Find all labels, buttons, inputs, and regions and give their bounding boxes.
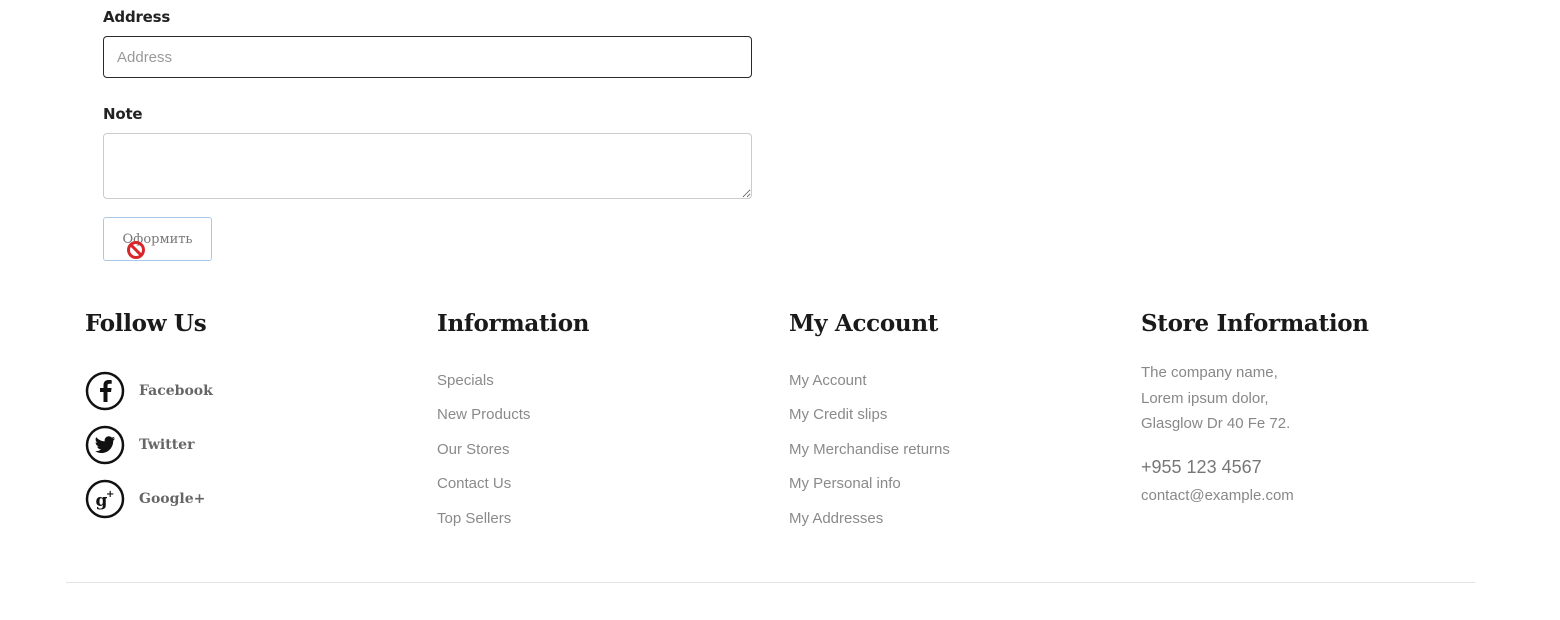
information-heading: Information: [437, 310, 590, 337]
store-address-line: Glasglow Dr 40 Fe 72.: [1141, 415, 1291, 432]
address-input[interactable]: [103, 36, 752, 78]
svg-text:+: +: [106, 489, 114, 500]
footer-link-specials[interactable]: Specials: [437, 372, 494, 389]
address-label: Address: [103, 8, 171, 26]
footer-information-column: Information: [437, 310, 590, 337]
footer-link-text[interactable]: My Personal info: [789, 475, 901, 492]
social-link-facebook[interactable]: Facebook: [85, 371, 213, 411]
footer-link-new-products[interactable]: New Products: [437, 406, 530, 423]
footer-link-personal-info[interactable]: My Personal info: [789, 475, 901, 492]
note-textarea[interactable]: [103, 133, 752, 199]
footer-link-text[interactable]: New Products: [437, 406, 530, 423]
store-phone: +955 123 4567: [1141, 457, 1262, 477]
footer-link-text[interactable]: Contact Us: [437, 475, 511, 492]
follow-us-heading: Follow Us: [85, 310, 207, 337]
footer-link-text[interactable]: My Account: [789, 372, 867, 389]
social-link-twitter[interactable]: Twitter: [85, 425, 194, 465]
my-account-heading: My Account: [789, 310, 939, 337]
footer-link-text[interactable]: Top Sellers: [437, 510, 511, 527]
store-address-line: The company name,: [1141, 364, 1278, 381]
footer-follow-column: Follow Us: [85, 310, 207, 337]
footer-link-text[interactable]: My Credit slips: [789, 406, 887, 423]
footer-divider: [66, 582, 1475, 583]
twitter-icon: [85, 425, 125, 465]
checkout-button[interactable]: Оформить: [103, 217, 212, 261]
footer-link-our-stores[interactable]: Our Stores: [437, 441, 510, 458]
footer-link-top-sellers[interactable]: Top Sellers: [437, 510, 511, 527]
footer-link-text[interactable]: Our Stores: [437, 441, 510, 458]
social-link-google-plus[interactable]: g + Google+: [85, 479, 205, 519]
not-allowed-cursor-icon: [127, 241, 145, 259]
social-label: Twitter: [139, 437, 195, 453]
footer-link-text[interactable]: My Addresses: [789, 510, 883, 527]
footer-link-credit-slips[interactable]: My Credit slips: [789, 406, 887, 423]
footer-store-column: Store Information: [1141, 310, 1369, 337]
note-label: Note: [103, 105, 143, 123]
footer-account-column: My Account: [789, 310, 938, 337]
google-plus-icon: g +: [85, 479, 125, 519]
facebook-icon: [85, 371, 125, 411]
footer-link-merchandise-returns[interactable]: My Merchandise returns: [789, 441, 950, 458]
footer-link-text[interactable]: My Merchandise returns: [789, 441, 950, 458]
social-label: Facebook: [139, 383, 213, 399]
store-information-heading: Store Information: [1141, 310, 1369, 337]
footer-link-contact-us[interactable]: Contact Us: [437, 475, 511, 492]
footer-link-addresses[interactable]: My Addresses: [789, 510, 883, 527]
store-address-line: Lorem ipsum dolor,: [1141, 390, 1269, 407]
store-email[interactable]: contact@example.com: [1141, 487, 1294, 504]
social-label: Google+: [139, 491, 206, 507]
footer-link-my-account[interactable]: My Account: [789, 372, 867, 389]
footer-link-text[interactable]: Specials: [437, 372, 494, 389]
